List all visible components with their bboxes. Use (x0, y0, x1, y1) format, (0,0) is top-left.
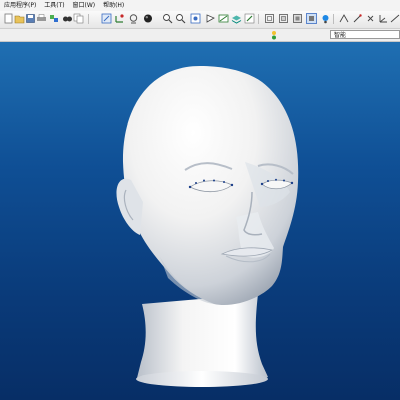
spin-center-icon[interactable] (320, 13, 331, 24)
toolbar-separator (88, 14, 89, 24)
shading-sphere-icon[interactable] (143, 13, 154, 24)
mannequin-head-model (116, 66, 299, 387)
main-toolbar (0, 11, 400, 29)
dimension-icon[interactable] (390, 13, 400, 24)
menu-window[interactable]: 窗口(W) (70, 0, 99, 11)
print-icon[interactable] (36, 13, 47, 24)
wireframe-icon[interactable] (264, 13, 275, 24)
menu-help[interactable]: 帮助(H) (100, 0, 127, 11)
plane-display-icon[interactable] (339, 13, 350, 24)
status-bar: 智能 (0, 29, 400, 42)
refit-icon[interactable] (190, 13, 201, 24)
axis-icon[interactable] (352, 13, 363, 24)
zoom-in-icon[interactable] (162, 13, 173, 24)
shading-icon[interactable] (306, 13, 317, 24)
open-icon[interactable] (14, 13, 25, 24)
graphics-viewport[interactable] (0, 42, 400, 400)
appearance-icon[interactable] (128, 13, 139, 24)
menu-applications[interactable]: 应用程序(P) (0, 0, 39, 11)
toolbar-separator (333, 14, 334, 24)
hidden-line-icon[interactable] (278, 13, 289, 24)
selection-filter-dropdown[interactable]: 智能 (330, 30, 400, 39)
sketch-icon[interactable] (244, 13, 255, 24)
find-icon[interactable] (62, 13, 73, 24)
repaint-icon[interactable] (101, 13, 112, 24)
csys-icon[interactable] (378, 13, 389, 24)
save-icon[interactable] (25, 13, 36, 24)
orient-icon[interactable] (114, 13, 125, 24)
point-icon[interactable] (365, 13, 376, 24)
no-hidden-icon[interactable] (292, 13, 303, 24)
toolbar-separator (258, 14, 259, 24)
zoom-out-icon[interactable] (175, 13, 186, 24)
regenerate-icon[interactable] (49, 13, 60, 24)
layers-icon[interactable] (231, 13, 242, 24)
new-icon[interactable] (3, 13, 14, 24)
traffic-light-icon (272, 31, 276, 40)
menu-bar: 应用程序(P) 工具(T) 窗口(W) 帮助(H) (0, 0, 400, 11)
datum-axis-icon[interactable] (218, 13, 229, 24)
datum-plane-icon[interactable] (205, 13, 216, 24)
copy-icon[interactable] (73, 13, 84, 24)
menu-tools[interactable]: 工具(T) (41, 0, 67, 11)
